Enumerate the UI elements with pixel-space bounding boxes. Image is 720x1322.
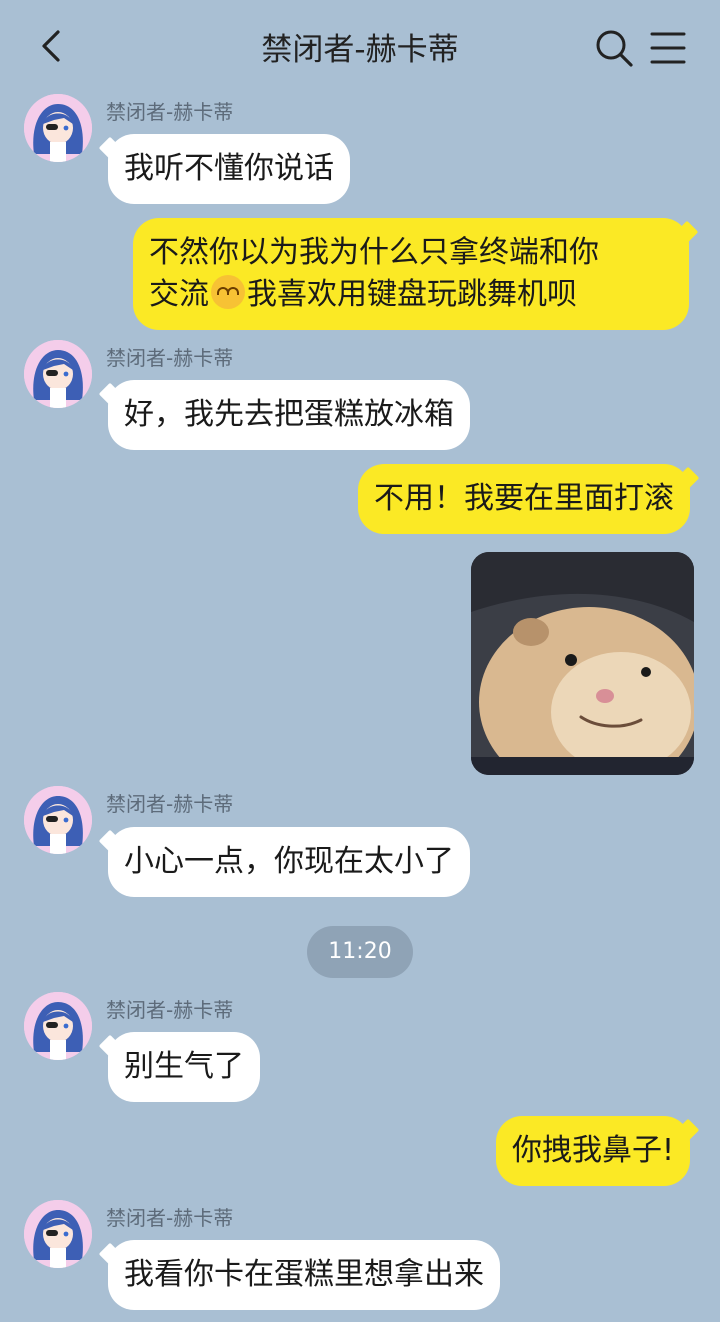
incoming-message-bubble[interactable]: 小心一点，你现在太小了 — [108, 827, 470, 897]
hamster-photo[interactable] — [471, 552, 694, 775]
outgoing-message-bubble[interactable]: 不用！我要在里面打滚 — [358, 464, 690, 534]
avatar[interactable] — [24, 1200, 92, 1268]
incoming-message-bubble[interactable]: 我听不懂你说话 — [108, 134, 350, 204]
top-bar: 禁闭者-赫卡蒂 — [0, 0, 720, 92]
outgoing-message-bubble[interactable]: 不然你以为我为什么只拿终端和你 交流 我喜欢用键盘玩跳舞机呗 — [133, 218, 689, 330]
timestamp: 11:20 — [307, 926, 413, 978]
avatar[interactable] — [24, 94, 92, 162]
incoming-message-bubble[interactable]: 别生气了 — [108, 1032, 260, 1102]
avatar[interactable] — [24, 786, 92, 854]
sender-name: 禁闭者-赫卡蒂 — [106, 792, 234, 816]
message-text: 不然你以为我为什么只拿终端和你 — [149, 235, 599, 270]
sender-name: 禁闭者-赫卡蒂 — [106, 998, 234, 1022]
incoming-message-bubble[interactable]: 我看你卡在蛋糕里想拿出来 — [108, 1240, 500, 1310]
outgoing-message-bubble[interactable]: 你拽我鼻子! — [495, 1116, 690, 1186]
search-icon[interactable] — [594, 28, 634, 68]
message-text: 我喜欢用键盘玩跳舞机呗 — [247, 277, 577, 312]
sender-name: 禁闭者-赫卡蒂 — [106, 100, 234, 124]
incoming-message-bubble[interactable]: 好，我先去把蛋糕放冰箱 — [108, 380, 470, 450]
sender-name: 禁闭者-赫卡蒂 — [106, 346, 234, 370]
message-text: 交流 — [149, 277, 209, 312]
avatar[interactable] — [24, 992, 92, 1060]
avatar[interactable] — [24, 340, 92, 408]
upside-down-face-emoji-icon — [211, 275, 245, 309]
sender-name: 禁闭者-赫卡蒂 — [106, 1206, 234, 1230]
menu-icon[interactable] — [648, 28, 688, 68]
